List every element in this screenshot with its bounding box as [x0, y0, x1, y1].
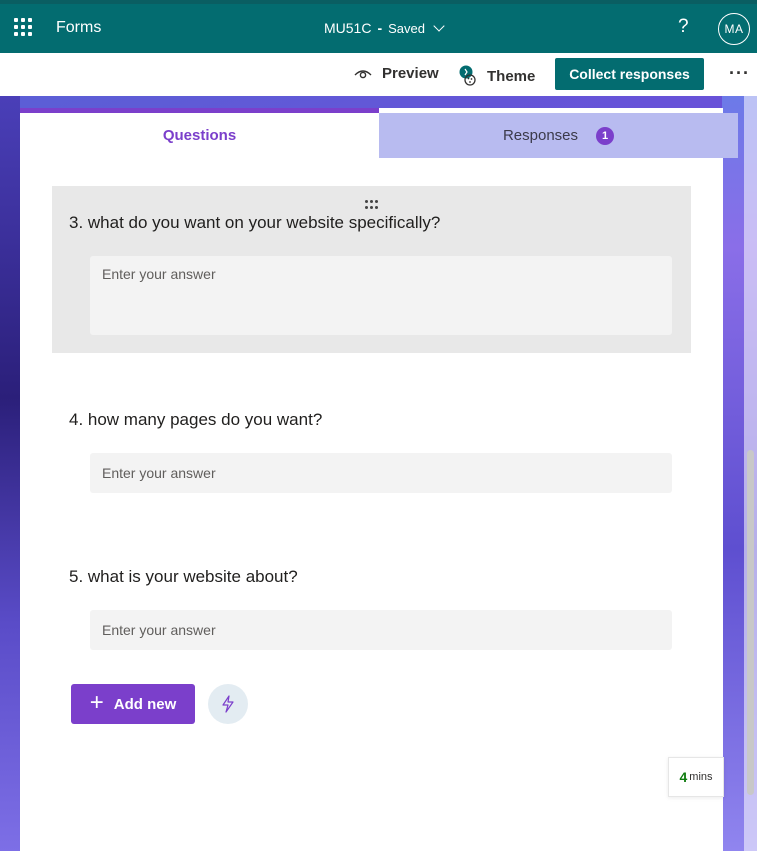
answer-field[interactable]: Enter your answer [90, 256, 672, 335]
chevron-down-icon [433, 20, 445, 32]
palette-icon [459, 65, 476, 86]
theme-label: Theme [487, 67, 536, 85]
time-estimate-value: 4 [679, 769, 688, 785]
time-estimate-badge: 4 mins [668, 757, 724, 797]
answer-field[interactable]: Enter your answer [90, 610, 672, 650]
preview-button[interactable]: Preview [354, 65, 439, 82]
title-separator: - [377, 20, 383, 36]
eye-icon [354, 69, 372, 78]
answer-placeholder: Enter your answer [102, 465, 216, 481]
preview-label: Preview [382, 65, 439, 82]
time-estimate-unit: mins [689, 771, 713, 783]
waffle-icon[interactable] [14, 18, 32, 36]
tab-responses-label: Responses [502, 127, 579, 144]
collect-responses-button[interactable]: Collect responses [555, 58, 704, 90]
document-title: MU51C [324, 20, 372, 36]
question-title: 5. what is your website about? [69, 567, 298, 586]
drag-handle-icon[interactable] [365, 200, 379, 210]
more-icon[interactable]: ··· [729, 63, 750, 84]
scrollbar-thumb[interactable] [747, 450, 754, 795]
document-title-menu[interactable]: MU51C - Saved [324, 20, 445, 36]
app-bar: Forms MU51C - Saved ? MA [0, 0, 757, 53]
lightning-icon [222, 695, 234, 713]
responses-count-badge: 1 [596, 126, 615, 145]
tab-questions-label: Questions [162, 127, 237, 144]
answer-field[interactable]: Enter your answer [90, 453, 672, 493]
answer-placeholder: Enter your answer [102, 266, 216, 282]
command-bar: Preview Theme Collect responses ··· [0, 53, 757, 96]
question-title: 3. what do you want on your website spec… [69, 213, 441, 232]
avatar[interactable]: MA [718, 13, 750, 45]
question-title: 4. how many pages do you want? [69, 410, 323, 429]
tab-questions[interactable]: Questions [20, 108, 379, 158]
save-status: Saved [388, 20, 426, 36]
add-new-button[interactable]: + Add new [71, 684, 195, 724]
tab-responses[interactable]: Responses 1 [379, 113, 738, 158]
plus-icon: + [89, 689, 104, 716]
tab-bar: Questions Responses 1 [20, 108, 738, 158]
add-new-label: Add new [113, 695, 177, 713]
theme-button[interactable]: Theme [459, 65, 535, 87]
quick-import-button[interactable] [208, 684, 248, 724]
app-name[interactable]: Forms [56, 19, 101, 37]
answer-placeholder: Enter your answer [102, 622, 216, 638]
help-icon[interactable]: ? [678, 16, 689, 38]
